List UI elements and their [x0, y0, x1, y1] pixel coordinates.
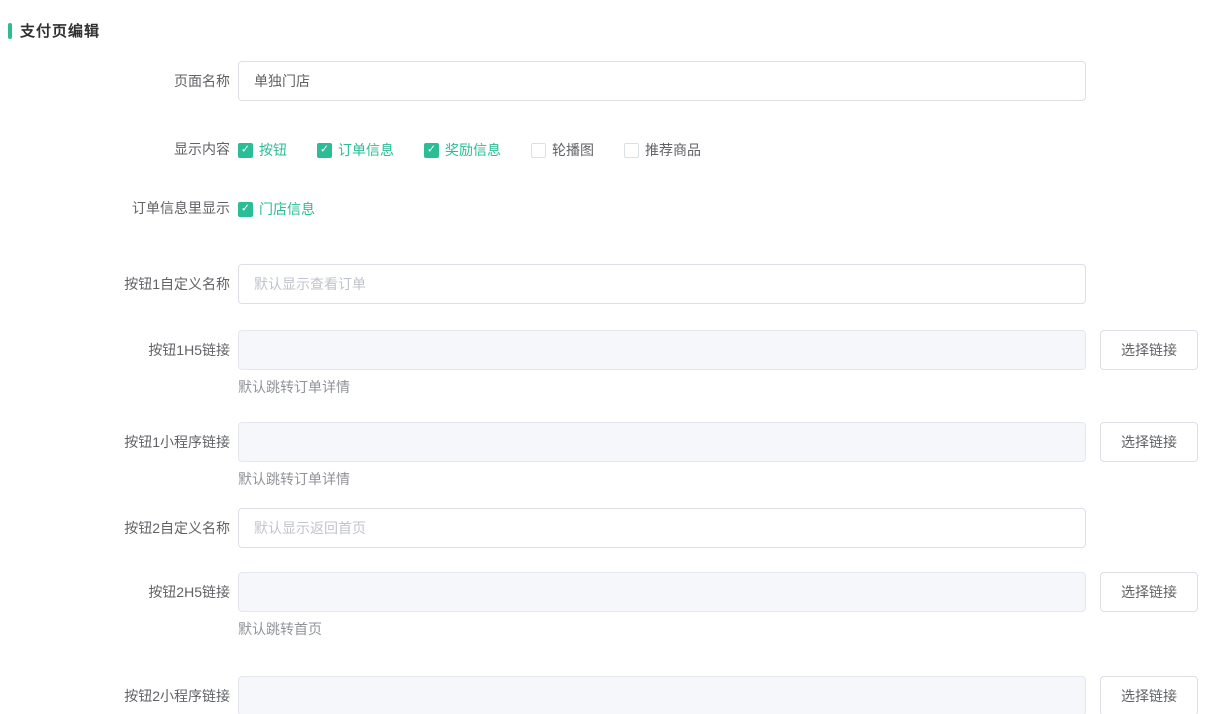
order-info-display-label: 订单信息里显示 [0, 198, 230, 218]
checkbox-store-info[interactable]: ✓ 门店信息 [238, 199, 315, 219]
accent-bar-icon [8, 23, 12, 39]
form-row-button1-custom-name: 按钮1自定义名称 [0, 264, 1223, 304]
button2-custom-name-label: 按钮2自定义名称 [0, 508, 230, 548]
form-row-button1-h5-link: 按钮1H5链接 选择链接 默认跳转订单详情 [0, 330, 1223, 396]
check-icon: ✓ [241, 144, 250, 155]
checkbox-carousel[interactable]: ✓ 轮播图 [531, 140, 594, 160]
button2-h5-link-helper: 默认跳转首页 [238, 620, 1198, 638]
display-content-label: 显示内容 [0, 139, 230, 159]
button1-h5-link-input[interactable] [238, 330, 1086, 370]
form-row-button2-h5-link: 按钮2H5链接 选择链接 默认跳转首页 [0, 572, 1223, 638]
checkbox-recommended-products[interactable]: ✓ 推荐商品 [624, 140, 701, 160]
button1-miniprogram-link-input[interactable] [238, 422, 1086, 462]
page-name-input[interactable] [238, 61, 1086, 101]
check-icon: ✓ [427, 144, 436, 155]
form-row-order-info-display: 订单信息里显示 ✓ 门店信息 [0, 198, 1223, 219]
button2-h5-link-input[interactable] [238, 572, 1086, 612]
payment-page-edit-panel: 支付页编辑 页面名称 显示内容 ✓ 按钮 ✓ 订单信息 ✓ 奖励信息 ✓ [0, 0, 1223, 714]
form-row-button2-miniprogram-link: 按钮2小程序链接 选择链接 [0, 676, 1223, 714]
button2-custom-name-input[interactable] [238, 508, 1086, 548]
button2-h5-link-label: 按钮2H5链接 [0, 572, 230, 612]
page-title: 支付页编辑 [20, 20, 100, 41]
checkbox-box: ✓ [317, 143, 332, 158]
checkbox-box: ✓ [624, 143, 639, 158]
button1-miniprogram-select-link-button[interactable]: 选择链接 [1100, 422, 1198, 462]
check-icon: ✓ [241, 203, 250, 214]
checkbox-label: 按钮 [259, 140, 287, 160]
button1-miniprogram-link-label: 按钮1小程序链接 [0, 422, 230, 462]
checkbox-label: 推荐商品 [645, 140, 701, 160]
button1-custom-name-input[interactable] [238, 264, 1086, 304]
button1-h5-link-label: 按钮1H5链接 [0, 330, 230, 370]
button1-h5-select-link-button[interactable]: 选择链接 [1100, 330, 1198, 370]
page-name-label: 页面名称 [0, 61, 230, 101]
check-icon: ✓ [320, 144, 329, 155]
button1-custom-name-label: 按钮1自定义名称 [0, 264, 230, 304]
button1-h5-link-helper: 默认跳转订单详情 [238, 378, 1198, 396]
checkbox-reward-info[interactable]: ✓ 奖励信息 [424, 140, 501, 160]
checkbox-order-info[interactable]: ✓ 订单信息 [317, 140, 394, 160]
checkbox-box: ✓ [531, 143, 546, 158]
section-title: 支付页编辑 [0, 20, 1223, 41]
button2-h5-select-link-button[interactable]: 选择链接 [1100, 572, 1198, 612]
button2-miniprogram-select-link-button[interactable]: 选择链接 [1100, 676, 1198, 714]
checkbox-box: ✓ [238, 143, 253, 158]
checkbox-box: ✓ [424, 143, 439, 158]
form-row-display-content: 显示内容 ✓ 按钮 ✓ 订单信息 ✓ 奖励信息 ✓ 轮播图 ✓ 推荐商品 [0, 139, 1223, 160]
checkbox-box: ✓ [238, 202, 253, 217]
checkbox-label: 门店信息 [259, 199, 315, 219]
checkbox-label: 轮播图 [552, 140, 594, 160]
checkbox-buttons[interactable]: ✓ 按钮 [238, 140, 287, 160]
checkbox-label: 奖励信息 [445, 140, 501, 160]
form-row-button2-custom-name: 按钮2自定义名称 [0, 508, 1223, 548]
checkbox-label: 订单信息 [338, 140, 394, 160]
button2-miniprogram-link-label: 按钮2小程序链接 [0, 676, 230, 714]
form-row-page-name: 页面名称 [0, 61, 1223, 101]
form-row-button1-miniprogram-link: 按钮1小程序链接 选择链接 默认跳转订单详情 [0, 422, 1223, 488]
button1-miniprogram-link-helper: 默认跳转订单详情 [238, 470, 1198, 488]
button2-miniprogram-link-input[interactable] [238, 676, 1086, 714]
